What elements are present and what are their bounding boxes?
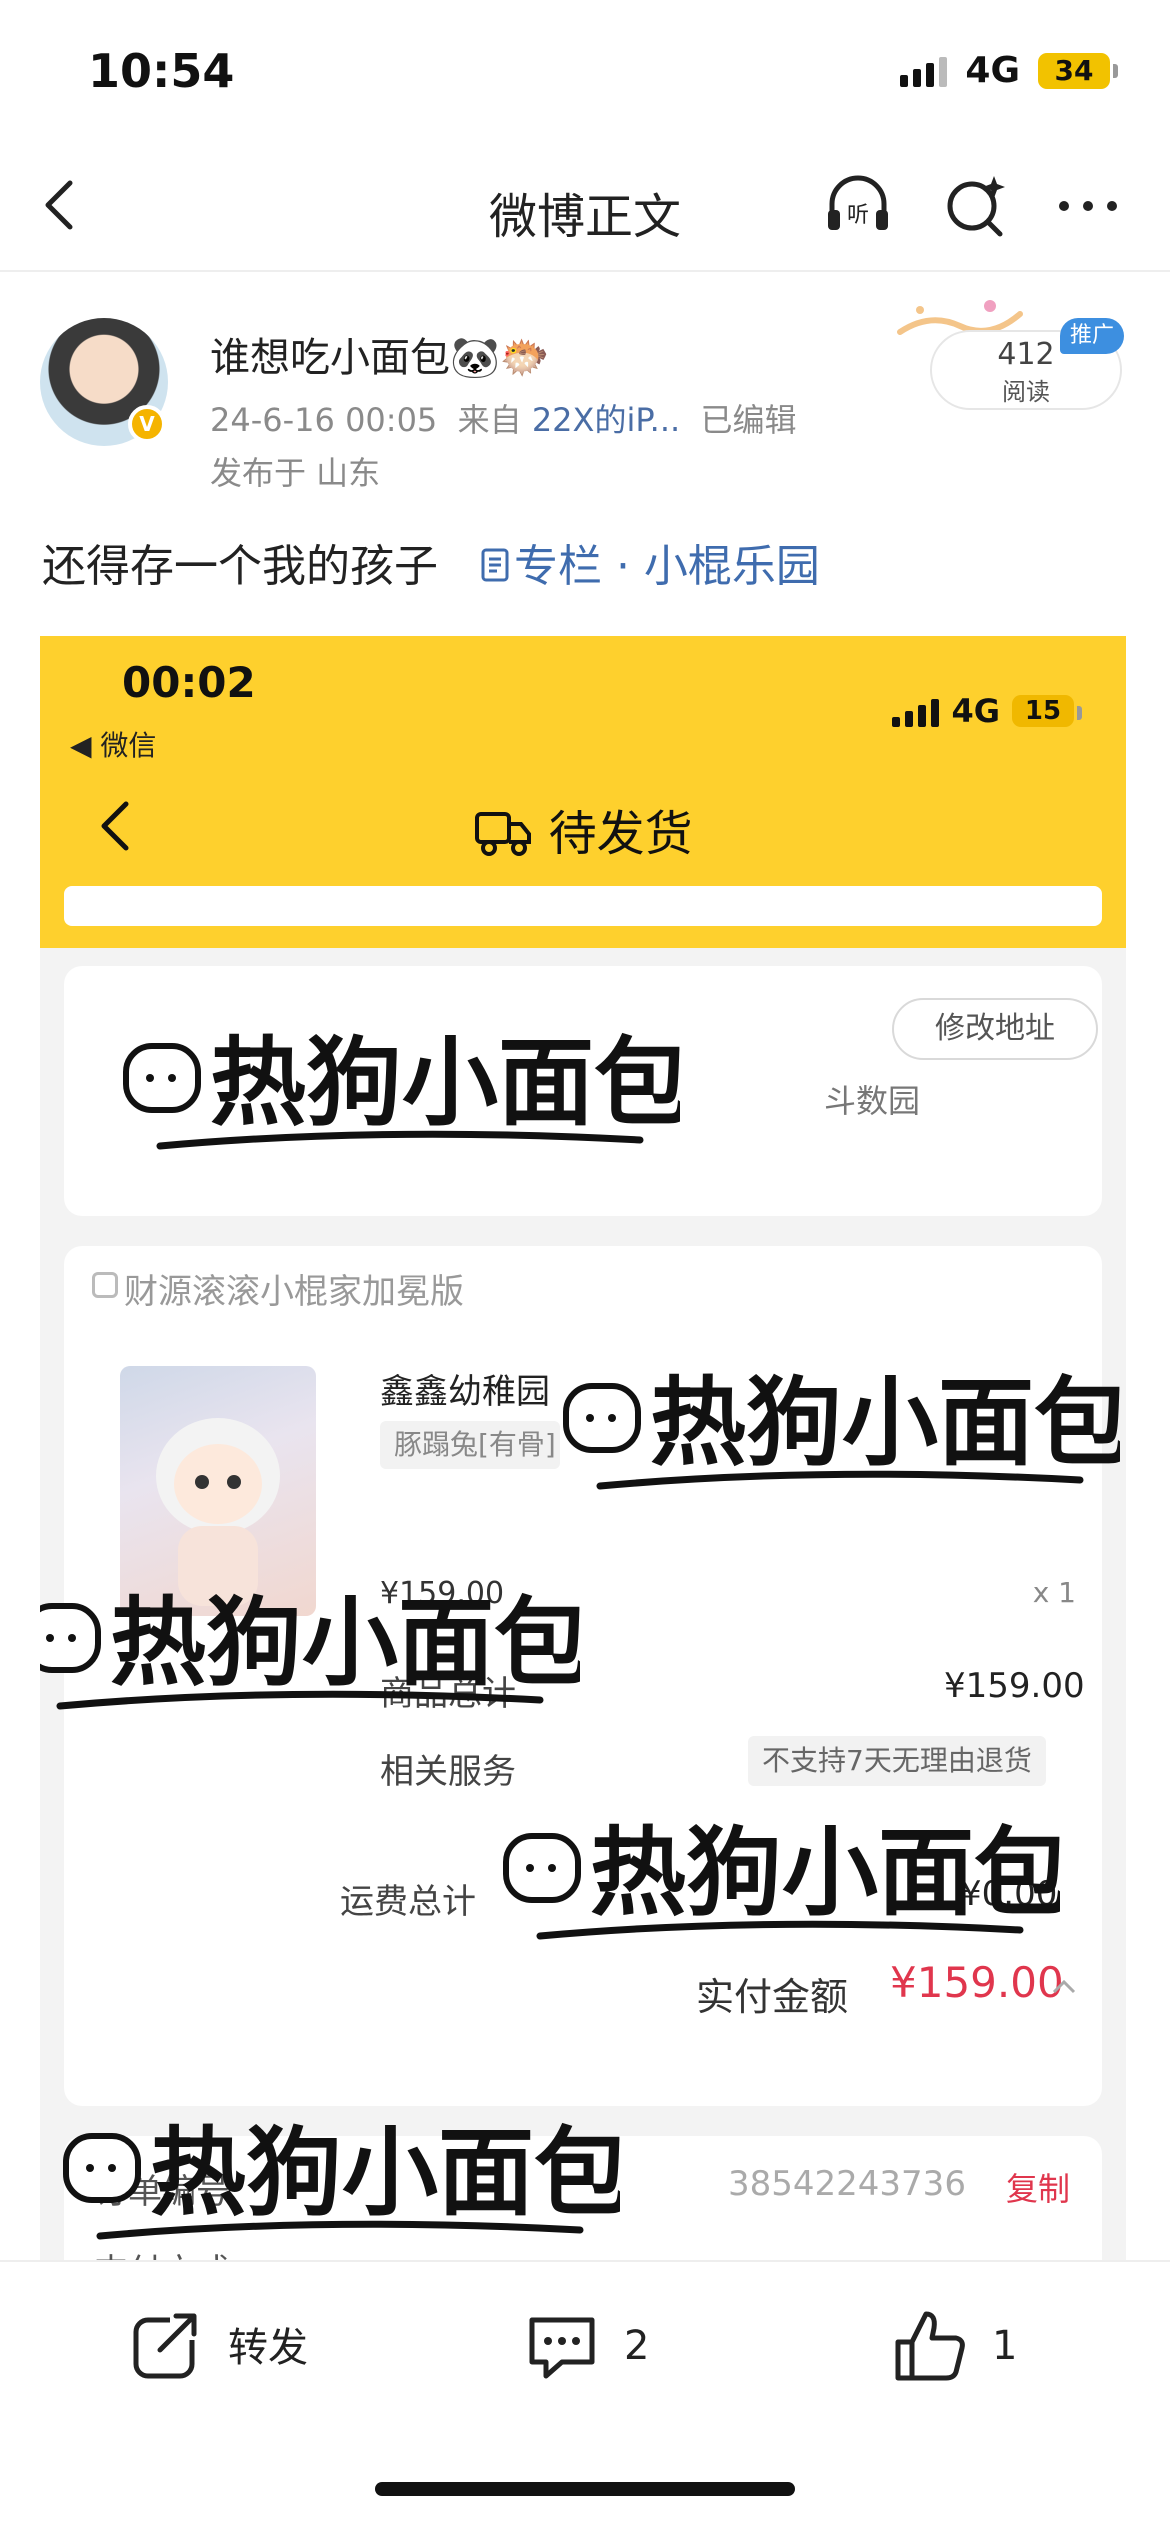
product-spec: 豚蹋兔[有骨] xyxy=(380,1421,560,1469)
repost-icon xyxy=(133,2310,204,2379)
edit-address-button: 修改地址 xyxy=(892,998,1098,1060)
image-back-app: ◀ 微信 xyxy=(70,729,157,762)
column-link[interactable]: 专栏 · 小棍乐园 xyxy=(514,541,820,592)
post-image[interactable]: 00:02 ◀ 微信 4G 15 待发货 修改地址 斗数园 财源滚滚小棍家加冕版… xyxy=(40,636,1126,2260)
like-count: 1 xyxy=(992,2323,1018,2369)
network-type: 4G xyxy=(965,50,1020,91)
product-name: 鑫鑫幼稚园 xyxy=(380,1372,550,1412)
watermark-text: 热狗小面包 xyxy=(110,1586,580,1699)
post-meta: 24-6-16 00:05 来自 22X的iP... 已编辑 xyxy=(210,395,797,441)
image-status-indicators: 4G 15 xyxy=(892,692,1082,730)
battery-icon: 34 xyxy=(1038,52,1118,89)
truck-icon xyxy=(475,812,532,856)
comment-count: 2 xyxy=(624,2323,650,2369)
listen-icon[interactable]: 听 xyxy=(822,170,894,242)
post-date: 24-6-16 00:05 xyxy=(210,401,438,439)
thumbs-up-icon xyxy=(895,2311,965,2381)
more-icon[interactable] xyxy=(1052,170,1124,242)
ai-search-icon[interactable] xyxy=(940,170,1012,242)
signal-icon xyxy=(900,55,948,87)
image-title: 待发货 xyxy=(40,794,1126,864)
copy-button: 复制 xyxy=(1006,2170,1071,2208)
comment-icon xyxy=(529,2317,595,2379)
image-progress-bar xyxy=(64,886,1102,926)
watermark-4: 热狗小面包 xyxy=(503,1816,1060,1940)
order-number: 38542243736 xyxy=(728,2164,966,2204)
source-device[interactable]: 22X的iP... xyxy=(532,401,680,439)
chevron-up-icon xyxy=(1052,1979,1076,1994)
edited-label[interactable]: 已编辑 xyxy=(701,401,797,439)
image-status-time: 00:02 xyxy=(122,658,256,707)
home-indicator[interactable] xyxy=(375,2482,795,2496)
author-name[interactable]: 谁想吃小面包🐼🐡 xyxy=(210,325,550,383)
watermark-text: 热狗小面包 xyxy=(210,1026,680,1139)
address-fragment: 斗数园 xyxy=(824,1082,921,1120)
watermark-5: 热狗小面包 xyxy=(63,2116,620,2240)
watermark-3: 热狗小面包 xyxy=(40,1586,580,1710)
author-emoji: 🐼🐡 xyxy=(450,335,550,381)
verified-badge-icon: V xyxy=(128,405,166,443)
paid-value: ¥159.00 xyxy=(890,1958,1064,2007)
comment-button[interactable]: 2 xyxy=(522,2306,649,2386)
status-indicators: 4G 34 xyxy=(900,50,1118,91)
shop-name: 财源滚滚小棍家加冕版 xyxy=(124,1272,464,1312)
service-value: 不支持7天无理由退货 xyxy=(748,1736,1046,1786)
watermark-2: 热狗小面包 xyxy=(563,1366,1120,1490)
shop-icon xyxy=(92,1272,118,1298)
service-label: 相关服务 xyxy=(380,1752,516,1792)
column-doc-icon xyxy=(481,548,509,582)
watermark-text: 热狗小面包 xyxy=(150,2116,620,2229)
watermark-text: 热狗小面包 xyxy=(590,1816,1060,1929)
image-signal-icon xyxy=(892,695,940,727)
shipping-label: 运费总计 xyxy=(340,1882,476,1922)
post-text: 还得存一个我的孩子 专栏 · 小棍乐园 xyxy=(42,541,820,592)
status-time: 10:54 xyxy=(88,44,235,98)
like-button[interactable]: 1 xyxy=(890,2306,1017,2386)
image-battery-icon: 15 xyxy=(1012,695,1082,727)
watermark-text: 热狗小面包 xyxy=(650,1366,1120,1479)
promo-badge[interactable]: 推广 xyxy=(1060,318,1124,354)
nav-divider xyxy=(0,270,1170,272)
repost-button[interactable]: 转发 xyxy=(130,2306,308,2382)
svg-text:听: 听 xyxy=(847,203,869,228)
goods-total-value: ¥159.00 xyxy=(944,1666,1085,1706)
repost-label: 转发 xyxy=(228,2325,308,2371)
source-prefix: 来自 xyxy=(457,401,522,439)
quantity: x 1 xyxy=(1032,1576,1076,1609)
image-network: 4G xyxy=(951,692,1000,730)
watermark-1: 热狗小面包 xyxy=(123,1026,680,1150)
paid-label: 实付金额 xyxy=(696,1975,849,2019)
post-location: 发布于 山东 xyxy=(210,454,381,492)
